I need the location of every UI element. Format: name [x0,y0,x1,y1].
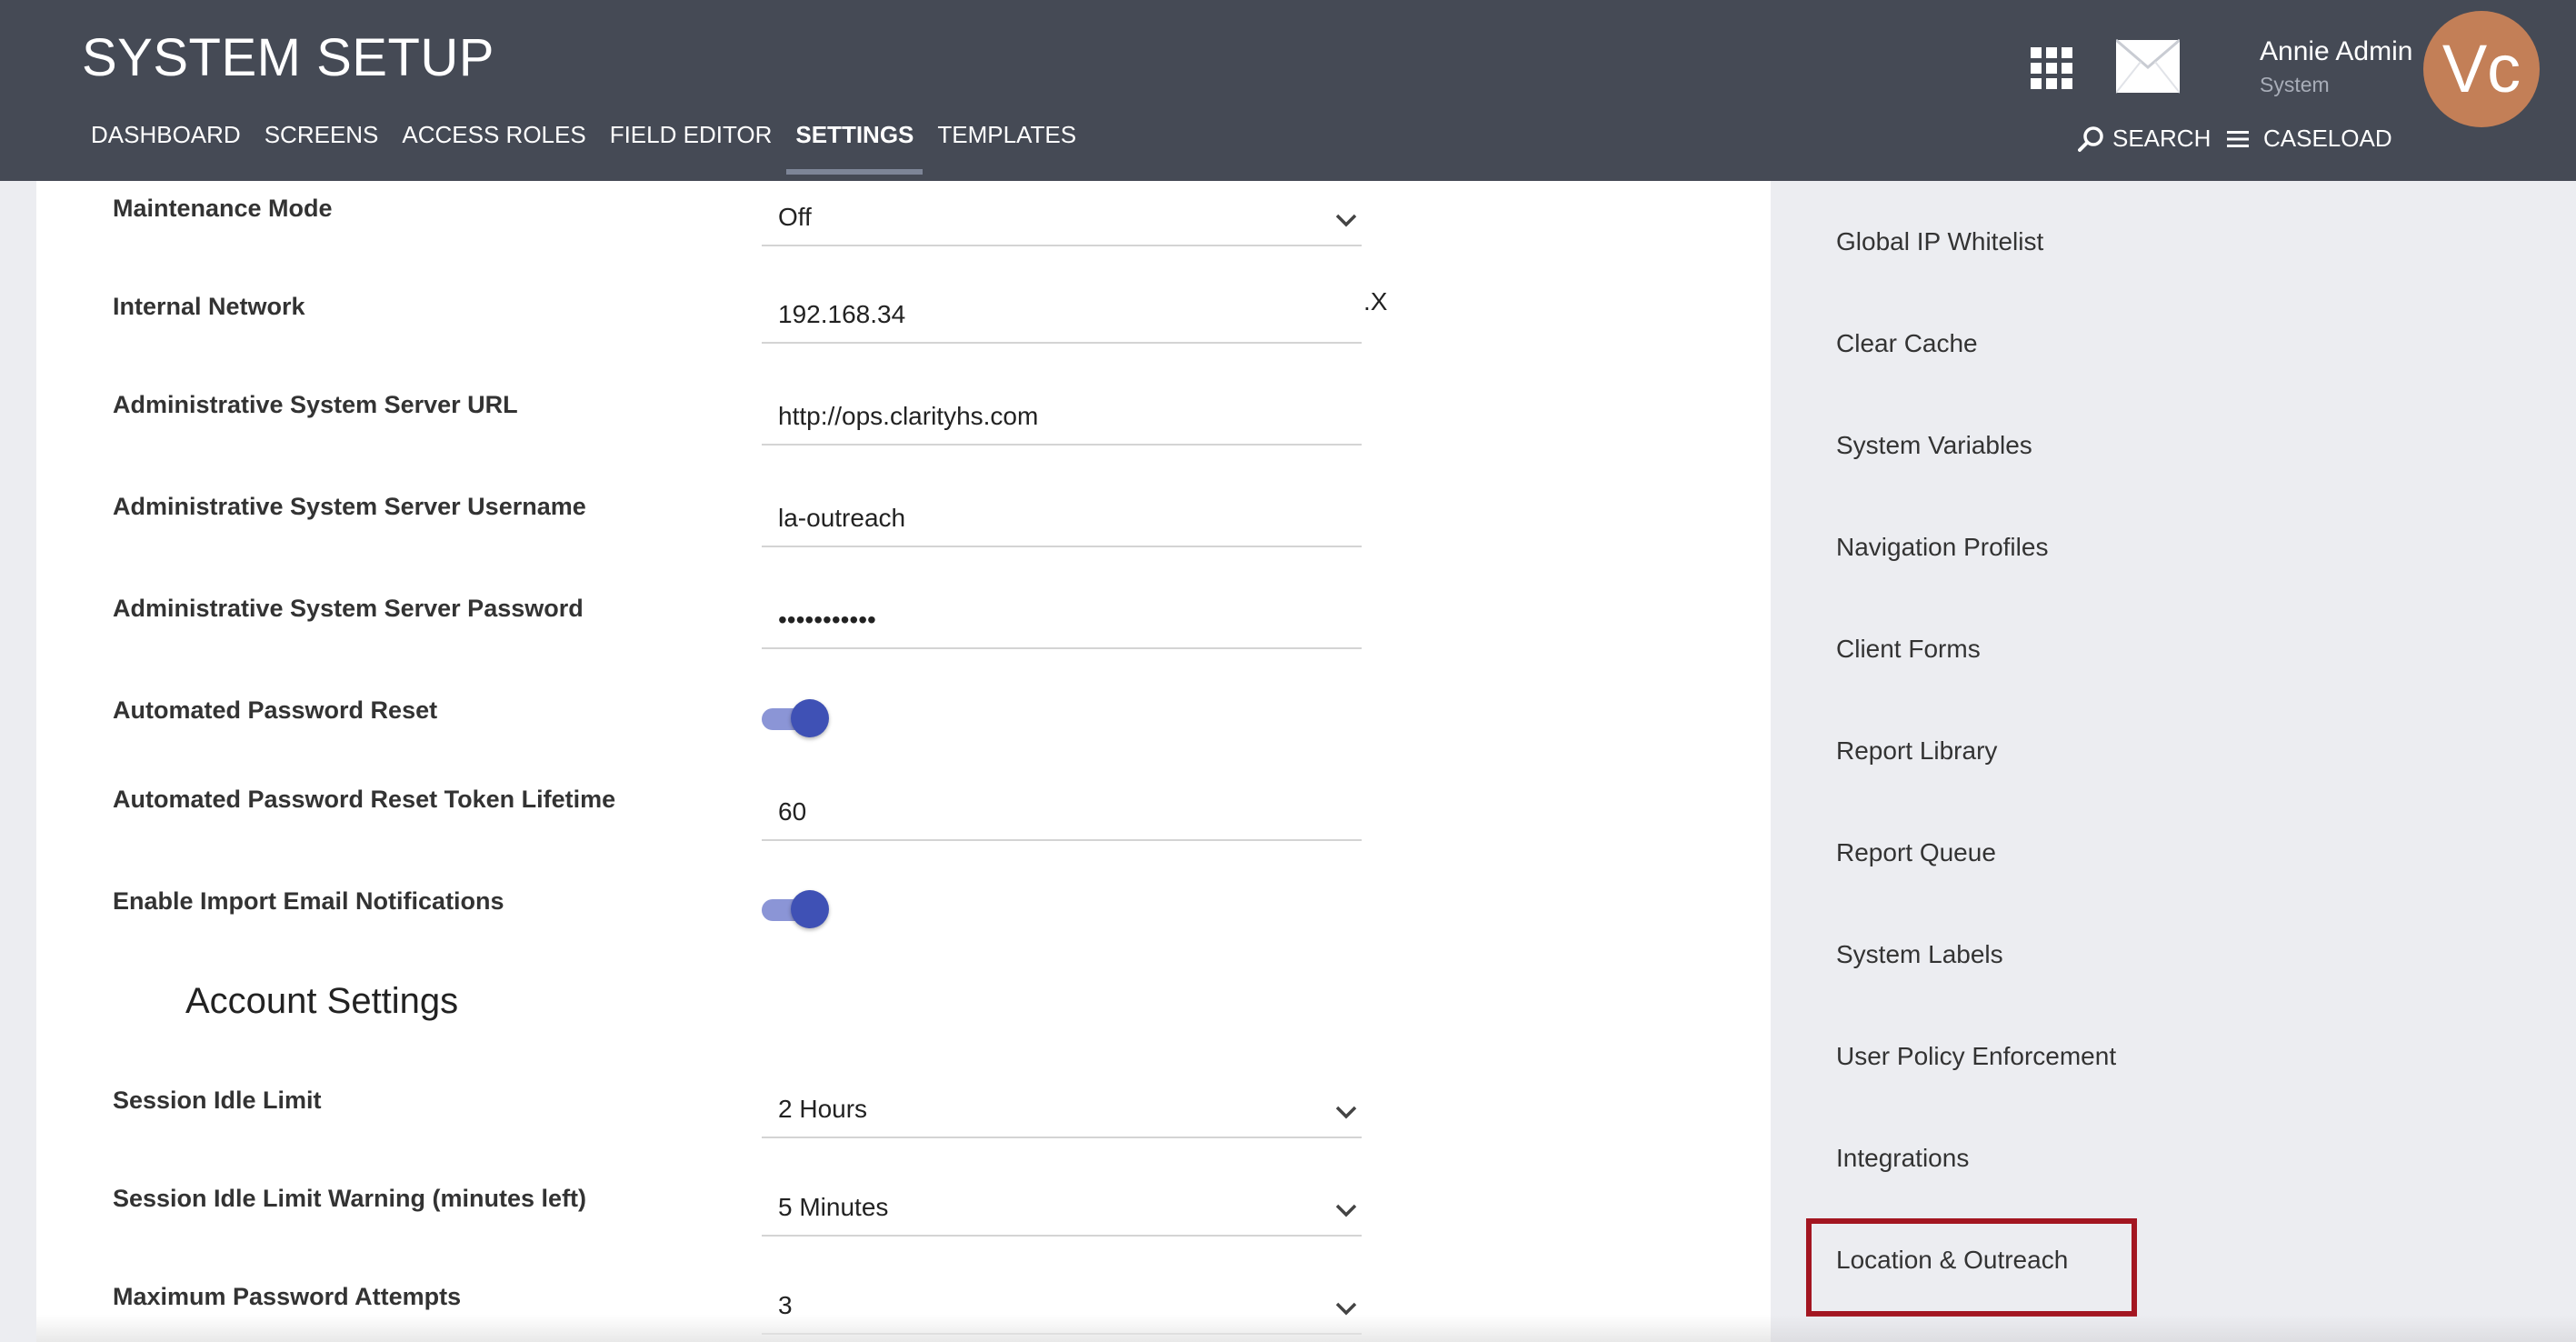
internal-network-suffix: .X [1363,287,1388,315]
internal-network-label: Internal Network [113,293,305,320]
sidebar-scroll-fade [1771,1315,2576,1342]
avatar[interactable]: Vc [2423,11,2540,127]
admin-server-password-input[interactable]: ••••••••••• [762,591,1362,649]
nav-field-editor[interactable]: FIELD EDITOR [610,121,773,165]
app-title: SYSTEM SETUP [82,28,494,87]
caseload-label: CASELOAD [2263,125,2392,152]
maintenance-mode-select[interactable]: Off [762,188,1362,246]
nav-access-roles[interactable]: ACCESS ROLES [402,121,585,165]
admin-server-password-label: Administrative System Server Password [113,595,584,622]
internal-network-value: 192.168.34 [778,300,906,328]
sidebar-item-user-policy-enforcement[interactable]: User Policy Enforcement [1836,1042,2116,1071]
mail-icon[interactable] [2116,36,2180,96]
admin-server-url-value: http://ops.clarityhs.com [778,402,1039,430]
search-label: SEARCH [2112,125,2212,152]
admin-server-password-value: ••••••••••• [778,606,876,634]
sidebar-item-system-labels[interactable]: System Labels [1836,940,2003,969]
account-settings-heading: Account Settings [185,981,459,1021]
sidebar-item-client-forms[interactable]: Client Forms [1836,635,1981,664]
session-idle-limit-select[interactable]: 2 Hours [762,1080,1362,1138]
import-email-notifications-label: Enable Import Email Notifications [113,887,504,915]
reset-token-lifetime-label: Automated Password Reset Token Lifetime [113,786,616,813]
top-header: SYSTEM SETUP DASHBOARD SCREENS ACCESS RO… [0,0,2576,181]
nav-screens[interactable]: SCREENS [265,121,379,165]
session-idle-limit-label: Session Idle Limit [113,1087,322,1114]
max-password-attempts-label: Maximum Password Attempts [113,1283,462,1310]
sidebar-item-integrations[interactable]: Integrations [1836,1144,1969,1173]
reset-token-lifetime-value: 60 [778,797,807,826]
internal-network-input[interactable]: 192.168.34 [762,285,1362,344]
chevron-down-icon [1335,1106,1357,1119]
automated-password-reset-label: Automated Password Reset [113,696,438,724]
sidebar-item-system-variables[interactable]: System Variables [1836,431,2032,460]
chevron-down-icon [1335,214,1357,227]
apps-grid-icon[interactable] [2031,47,2072,89]
admin-server-url-label: Administrative System Server URL [113,391,518,418]
user-role: System [2260,73,2330,96]
nav-settings[interactable]: SETTINGS [786,121,924,175]
automated-password-reset-toggle[interactable] [762,697,831,737]
admin-server-username-label: Administrative System Server Username [113,493,586,520]
admin-server-username-value: la-outreach [778,504,906,532]
sidebar-item-report-queue[interactable]: Report Queue [1836,838,1996,867]
sidebar-item-clear-cache[interactable]: Clear Cache [1836,329,1978,358]
scroll-fade [36,1315,1771,1342]
reset-token-lifetime-input[interactable]: 60 [762,783,1362,841]
session-idle-warning-select[interactable]: 5 Minutes [762,1178,1362,1237]
sidebar-item-global-ip-whitelist[interactable]: Global IP Whitelist [1836,227,2043,256]
menu-icon [2227,130,2249,147]
session-idle-limit-value: 2 Hours [778,1095,868,1123]
search-link[interactable]: SEARCH [2078,125,2211,153]
session-idle-warning-value: 5 Minutes [778,1193,889,1221]
settings-panel: Maintenance Mode Off Internal Network 19… [36,181,1771,1342]
user-name[interactable]: Annie Admin [2260,36,2412,67]
admin-server-url-input[interactable]: http://ops.clarityhs.com [762,387,1362,446]
highlight-annotation-box [1806,1218,2137,1317]
chevron-down-icon [1335,1204,1357,1217]
caseload-link[interactable]: CASELOAD [2227,125,2392,153]
maintenance-mode-value: Off [778,203,812,231]
maintenance-mode-label: Maintenance Mode [113,195,333,222]
main-nav: DASHBOARD SCREENS ACCESS ROLES FIELD EDI… [91,121,1100,175]
session-idle-warning-label: Session Idle Limit Warning (minutes left… [113,1185,587,1212]
sidebar-item-report-library[interactable]: Report Library [1836,736,1997,766]
search-icon [2078,125,2103,152]
nav-templates[interactable]: TEMPLATES [937,121,1076,165]
admin-server-username-input[interactable]: la-outreach [762,489,1362,547]
import-email-notifications-toggle[interactable] [762,888,831,928]
nav-dashboard[interactable]: DASHBOARD [91,121,241,165]
sidebar-item-navigation-profiles[interactable]: Navigation Profiles [1836,533,2048,562]
